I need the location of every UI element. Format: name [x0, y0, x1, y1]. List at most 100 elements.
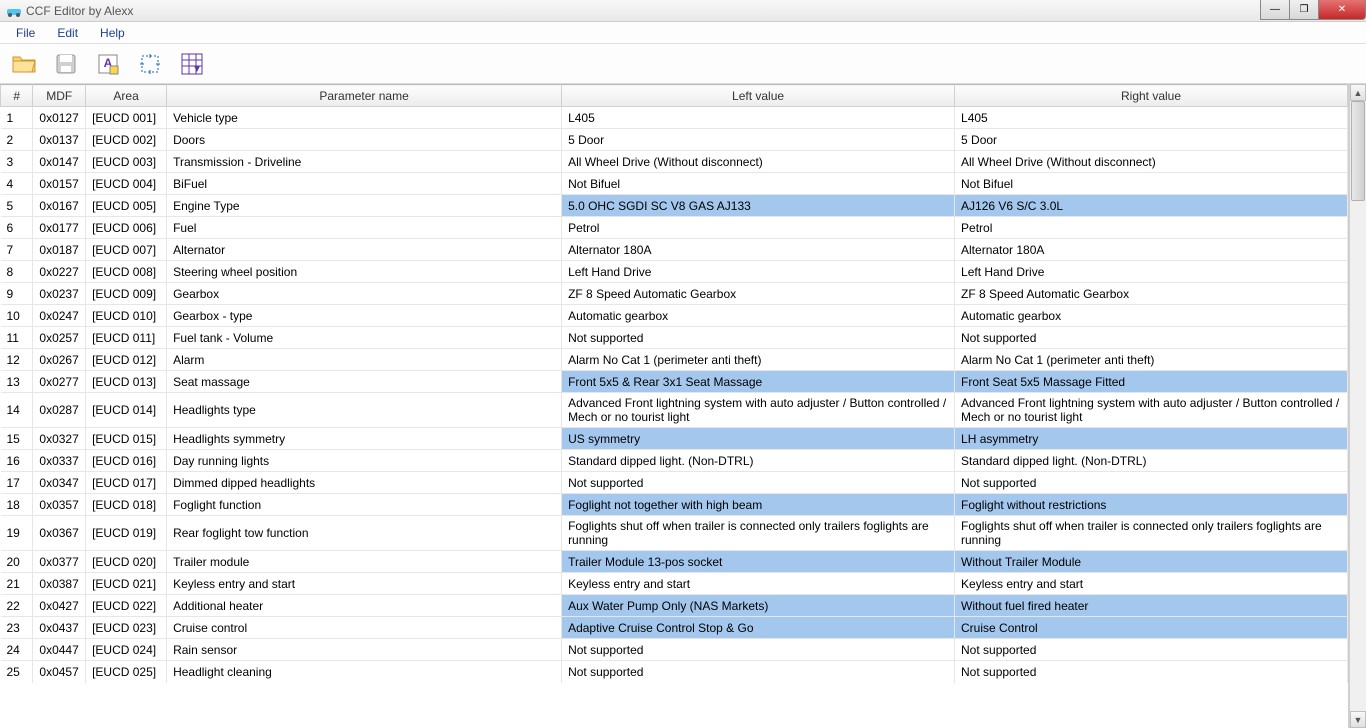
cell-left[interactable]: Not supported [562, 472, 955, 494]
cell-left[interactable]: Foglight not together with high beam [562, 494, 955, 516]
cell-param[interactable]: Headlight cleaning [167, 661, 562, 683]
cell-left[interactable]: Foglights shut off when trailer is conne… [562, 516, 955, 551]
cell-right[interactable]: Without fuel fired heater [955, 595, 1348, 617]
cell-mdf[interactable]: 0x0137 [33, 129, 86, 151]
cell-mdf[interactable]: 0x0147 [33, 151, 86, 173]
cell-area[interactable]: [EUCD 015] [86, 428, 167, 450]
cell-idx[interactable]: 1 [1, 107, 33, 129]
cell-mdf[interactable]: 0x0367 [33, 516, 86, 551]
cell-area[interactable]: [EUCD 014] [86, 393, 167, 428]
cell-mdf[interactable]: 0x0287 [33, 393, 86, 428]
cell-idx[interactable]: 25 [1, 661, 33, 683]
cell-area[interactable]: [EUCD 008] [86, 261, 167, 283]
table-row[interactable]: 240x0447[EUCD 024]Rain sensorNot support… [1, 639, 1348, 661]
styles-button[interactable]: A [94, 50, 122, 78]
cell-left[interactable]: Automatic gearbox [562, 305, 955, 327]
cell-left[interactable]: 5 Door [562, 129, 955, 151]
cell-area[interactable]: [EUCD 007] [86, 239, 167, 261]
cell-idx[interactable]: 20 [1, 551, 33, 573]
table-row[interactable]: 90x0237[EUCD 009]GearboxZF 8 Speed Autom… [1, 283, 1348, 305]
cell-right[interactable]: Cruise Control [955, 617, 1348, 639]
cell-mdf[interactable]: 0x0177 [33, 217, 86, 239]
vertical-scrollbar[interactable]: ▲ ▼ [1349, 84, 1366, 728]
cell-right[interactable]: Not supported [955, 327, 1348, 349]
cell-param[interactable]: Vehicle type [167, 107, 562, 129]
table-row[interactable]: 80x0227[EUCD 008]Steering wheel position… [1, 261, 1348, 283]
cell-right[interactable]: Not supported [955, 472, 1348, 494]
cell-idx[interactable]: 13 [1, 371, 33, 393]
cell-param[interactable]: Seat massage [167, 371, 562, 393]
close-button[interactable]: ✕ [1318, 0, 1366, 20]
cell-right[interactable]: Alternator 180A [955, 239, 1348, 261]
cell-right[interactable]: Without Trailer Module [955, 551, 1348, 573]
cell-param[interactable]: Headlights symmetry [167, 428, 562, 450]
cell-param[interactable]: BiFuel [167, 173, 562, 195]
cell-right[interactable]: Alarm No Cat 1 (perimeter anti theft) [955, 349, 1348, 371]
table-row[interactable]: 140x0287[EUCD 014]Headlights typeAdvance… [1, 393, 1348, 428]
table-row[interactable]: 100x0247[EUCD 010]Gearbox - typeAutomati… [1, 305, 1348, 327]
save-button[interactable] [52, 50, 80, 78]
cell-mdf[interactable]: 0x0227 [33, 261, 86, 283]
cell-left[interactable]: L405 [562, 107, 955, 129]
cell-left[interactable]: Petrol [562, 217, 955, 239]
cell-left[interactable]: 5.0 OHC SGDI SC V8 GAS AJ133 [562, 195, 955, 217]
cell-left[interactable]: Not supported [562, 639, 955, 661]
table-row[interactable]: 10x0127[EUCD 001]Vehicle typeL405L405 [1, 107, 1348, 129]
minimize-button[interactable]: — [1260, 0, 1290, 20]
cell-param[interactable]: Keyless entry and start [167, 573, 562, 595]
cell-right[interactable]: 5 Door [955, 129, 1348, 151]
cell-idx[interactable]: 16 [1, 450, 33, 472]
cell-idx[interactable]: 22 [1, 595, 33, 617]
open-folder-button[interactable] [10, 50, 38, 78]
cell-left[interactable]: Alarm No Cat 1 (perimeter anti theft) [562, 349, 955, 371]
cell-idx[interactable]: 9 [1, 283, 33, 305]
cell-idx[interactable]: 17 [1, 472, 33, 494]
cell-param[interactable]: Trailer module [167, 551, 562, 573]
cell-area[interactable]: [EUCD 002] [86, 129, 167, 151]
cell-idx[interactable]: 23 [1, 617, 33, 639]
cell-right[interactable]: Foglights shut off when trailer is conne… [955, 516, 1348, 551]
cell-area[interactable]: [EUCD 013] [86, 371, 167, 393]
table-row[interactable]: 70x0187[EUCD 007]AlternatorAlternator 18… [1, 239, 1348, 261]
cell-right[interactable]: Not Bifuel [955, 173, 1348, 195]
cell-area[interactable]: [EUCD 016] [86, 450, 167, 472]
cell-idx[interactable]: 21 [1, 573, 33, 595]
cell-idx[interactable]: 5 [1, 195, 33, 217]
cell-area[interactable]: [EUCD 025] [86, 661, 167, 683]
cell-mdf[interactable]: 0x0347 [33, 472, 86, 494]
cell-mdf[interactable]: 0x0427 [33, 595, 86, 617]
cell-left[interactable]: ZF 8 Speed Automatic Gearbox [562, 283, 955, 305]
table-row[interactable]: 130x0277[EUCD 013]Seat massageFront 5x5 … [1, 371, 1348, 393]
cell-area[interactable]: [EUCD 009] [86, 283, 167, 305]
cell-param[interactable]: Dimmed dipped headlights [167, 472, 562, 494]
table-row[interactable]: 160x0337[EUCD 016]Day running lightsStan… [1, 450, 1348, 472]
cell-mdf[interactable]: 0x0247 [33, 305, 86, 327]
cell-mdf[interactable]: 0x0157 [33, 173, 86, 195]
cell-area[interactable]: [EUCD 021] [86, 573, 167, 595]
cell-left[interactable]: Keyless entry and start [562, 573, 955, 595]
cell-param[interactable]: Rear foglight tow function [167, 516, 562, 551]
col-idx-header[interactable]: # [1, 85, 33, 107]
cell-area[interactable]: [EUCD 011] [86, 327, 167, 349]
table-row[interactable]: 50x0167[EUCD 005]Engine Type5.0 OHC SGDI… [1, 195, 1348, 217]
cell-idx[interactable]: 18 [1, 494, 33, 516]
cell-right[interactable]: Not supported [955, 639, 1348, 661]
scroll-down-arrow[interactable]: ▼ [1350, 711, 1366, 728]
cell-param[interactable]: Steering wheel position [167, 261, 562, 283]
col-mdf-header[interactable]: MDF [33, 85, 86, 107]
cell-idx[interactable]: 6 [1, 217, 33, 239]
cell-area[interactable]: [EUCD 012] [86, 349, 167, 371]
cell-right[interactable]: ZF 8 Speed Automatic Gearbox [955, 283, 1348, 305]
cell-area[interactable]: [EUCD 010] [86, 305, 167, 327]
table-row[interactable]: 40x0157[EUCD 004]BiFuelNot BifuelNot Bif… [1, 173, 1348, 195]
cell-right[interactable]: Automatic gearbox [955, 305, 1348, 327]
cell-idx[interactable]: 14 [1, 393, 33, 428]
cell-param[interactable]: Doors [167, 129, 562, 151]
cell-area[interactable]: [EUCD 005] [86, 195, 167, 217]
cell-right[interactable]: L405 [955, 107, 1348, 129]
cell-area[interactable]: [EUCD 019] [86, 516, 167, 551]
cell-param[interactable]: Gearbox [167, 283, 562, 305]
menu-help[interactable]: Help [90, 24, 135, 42]
cell-right[interactable]: Foglight without restrictions [955, 494, 1348, 516]
cell-area[interactable]: [EUCD 023] [86, 617, 167, 639]
